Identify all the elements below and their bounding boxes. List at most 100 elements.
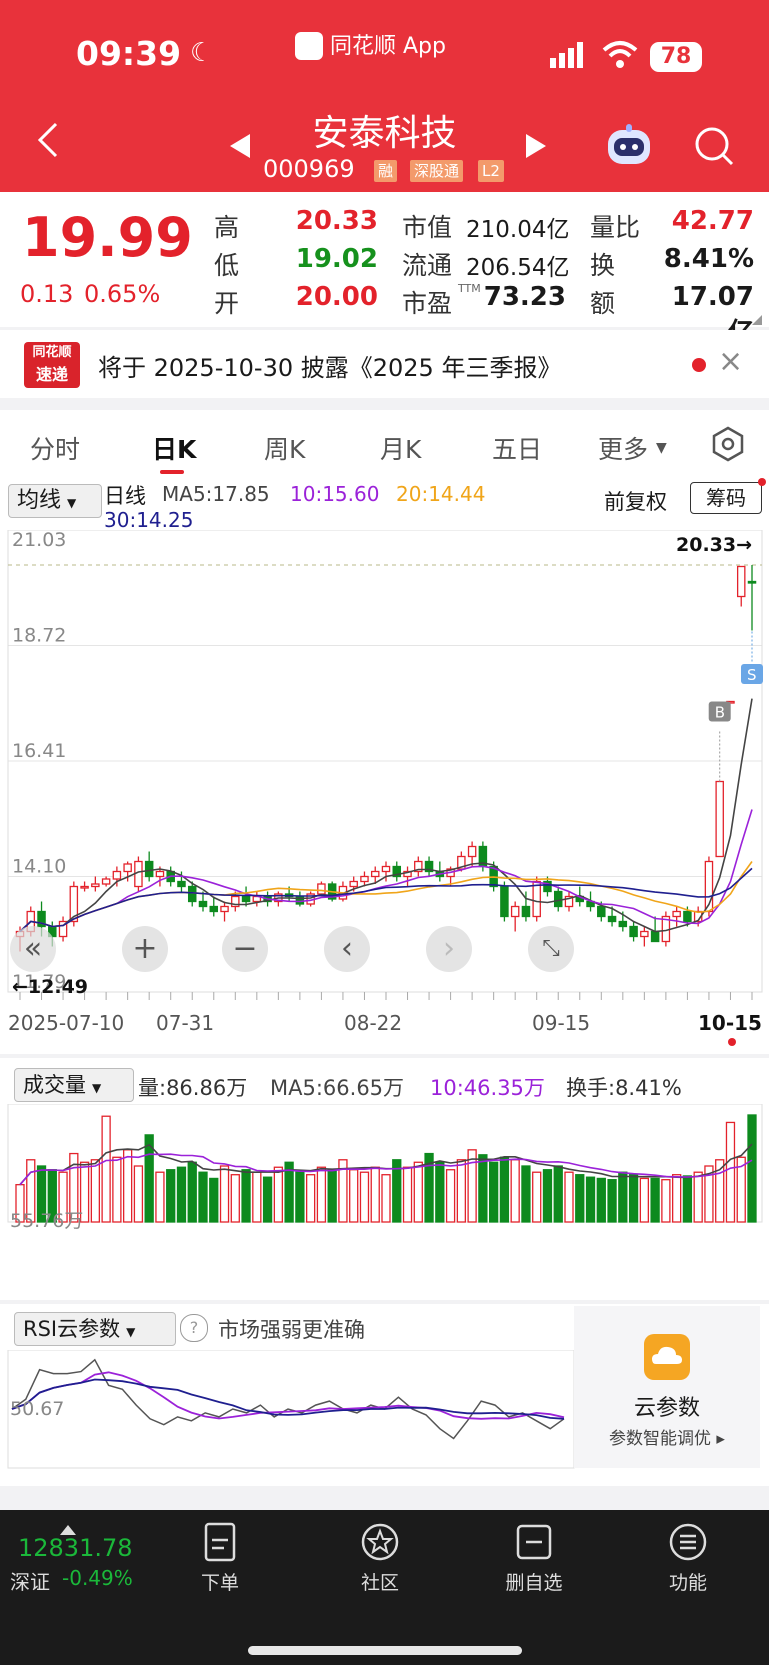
order-icon[interactable] [202,1522,238,1562]
chevron-down-icon: ▼ [92,1081,102,1095]
next-stock-icon[interactable] [524,132,548,164]
volume-bar [618,1171,628,1223]
open-label: 开 [214,289,240,318]
volume-bar [112,1156,122,1223]
volume-bar [381,1174,391,1223]
volume-chart[interactable] [0,1104,769,1224]
nav-community[interactable]: 社区 [330,1568,430,1595]
community-icon[interactable] [360,1522,400,1562]
x-label-4: 10-15 [698,1011,762,1035]
adjust-label[interactable]: 前复权 [604,486,667,516]
rsi-indicator-button[interactable]: RSI云参数 ▼ [14,1312,176,1346]
current-price: 19.99 [22,206,193,269]
tab-five-day[interactable]: 五日 [492,430,542,466]
tab-intraday[interactable]: 分时 [30,430,80,466]
volume-bar [155,1171,165,1223]
volume-bar [327,1169,337,1223]
bottom-bar: 12831.78 深证 -0.49% 下单 社区 删自选 功能 [0,1510,769,1665]
close-icon[interactable]: × [718,344,743,379]
volume-bar [478,1154,488,1223]
tab-weekly-k[interactable]: 周K [264,430,305,466]
scroll-right-icon[interactable]: › [426,926,472,972]
fullscreen-icon[interactable]: ⤡ [528,926,574,972]
moon-icon: ☾ [190,38,214,68]
ma-indicator-button[interactable]: 均线 ▼ [8,484,102,518]
volume-bar [198,1171,208,1223]
collapse-left-icon[interactable]: « [10,926,56,972]
volume-bar [521,1165,531,1223]
volume-indicator-label: 成交量 [23,1073,86,1097]
chart-frame [7,1350,575,1469]
tab-more[interactable]: 更多 [598,430,648,466]
volume-ma10: 10:46.35万 [430,1076,545,1100]
settings-icon[interactable] [710,426,746,462]
volume-bar [542,1169,553,1223]
volume-bar [273,1166,284,1223]
volume-bar [133,1165,144,1223]
chevron-down-icon: ▼ [656,440,667,456]
announcement-bar[interactable]: 同花顺 速递 将于 2025-10-30 披露《2025 年三季报》 × [0,330,769,398]
y-tick-label: 16.41 [12,740,66,762]
volume-bar [262,1176,273,1223]
candle-body [715,780,724,858]
home-indicator [248,1646,522,1655]
candle-body [618,920,628,928]
volume-bar [585,1176,596,1223]
wifi-icon [602,40,638,70]
candle-body [597,905,606,918]
volume-value: 量:86.86万 [138,1076,248,1100]
volume-indicator-button[interactable]: 成交量 ▼ [14,1068,134,1102]
candle-body [467,845,477,858]
date-dot [728,1038,736,1046]
tab-daily-k[interactable]: 日K [152,430,196,466]
volume-bar [445,1169,456,1223]
index-change: -0.49% [62,1566,133,1590]
cloud-title: 云参数 [633,1396,700,1421]
x-label-3: 09-15 [532,1011,591,1035]
mktcap-label: 市值 [402,213,453,242]
candle-body [123,863,132,873]
cloud-param-card[interactable]: 云参数 参数智能调优 ▸ [574,1306,760,1468]
scroll-left-icon[interactable]: ‹ [324,926,370,972]
section-divider [0,1300,769,1304]
candle-body [220,905,229,913]
nav-order[interactable]: 下单 [170,1568,270,1595]
index-value[interactable]: 12831.78 [18,1534,133,1562]
rsi-indicator-label: RSI云参数 [23,1317,121,1341]
vol-ratio-value: 42.77 [671,206,754,236]
open-value: 20.00 [295,282,378,312]
volume-bar [241,1169,251,1223]
expand-corner-icon[interactable] [752,310,762,325]
cloud-subtitle: 参数智能调优 ▸ [609,1429,725,1449]
volume-bar [101,1115,111,1223]
tab-monthly-k[interactable]: 月K [380,430,421,466]
kline-chart[interactable]: 21.0318.7216.4114.1011.7920.33→←12.49BS [0,530,769,1060]
volume-bar [607,1179,617,1223]
rsi-hint: 市场强弱更准确 [218,1318,365,1342]
zoom-out-icon[interactable]: − [222,926,268,972]
candle-body [177,880,186,888]
candle-body [640,930,649,938]
volume-bar [187,1161,197,1223]
rsi-chart[interactable] [0,1350,575,1470]
nav-remove-watchlist[interactable]: 删自选 [484,1568,584,1595]
menu-icon[interactable] [668,1522,708,1562]
y-tick-label: 14.10 [12,856,66,878]
remove-watchlist-icon[interactable] [514,1522,554,1562]
candle-body [683,910,692,923]
chip-button[interactable]: 筹码 [690,482,762,514]
turnover-label: 换 [590,251,616,280]
x-label-0: 2025-07-10 [8,1011,125,1035]
volume-bar [488,1161,499,1223]
zoom-in-icon[interactable]: + [122,926,168,972]
search-icon[interactable] [694,126,734,168]
quote-panel: 19.99 0.13 0.65% 高 20.33 低 19.02 开 20.00… [0,192,769,348]
nav-functions[interactable]: 功能 [638,1568,738,1595]
volume-bar [596,1177,606,1223]
help-icon[interactable]: ? [180,1314,208,1342]
volume-bar [575,1174,585,1223]
candle-body [650,930,660,943]
robot-assistant-icon[interactable] [604,124,654,168]
ma5-value: MA5:17.85 [162,482,270,506]
volume-bar [349,1169,359,1223]
